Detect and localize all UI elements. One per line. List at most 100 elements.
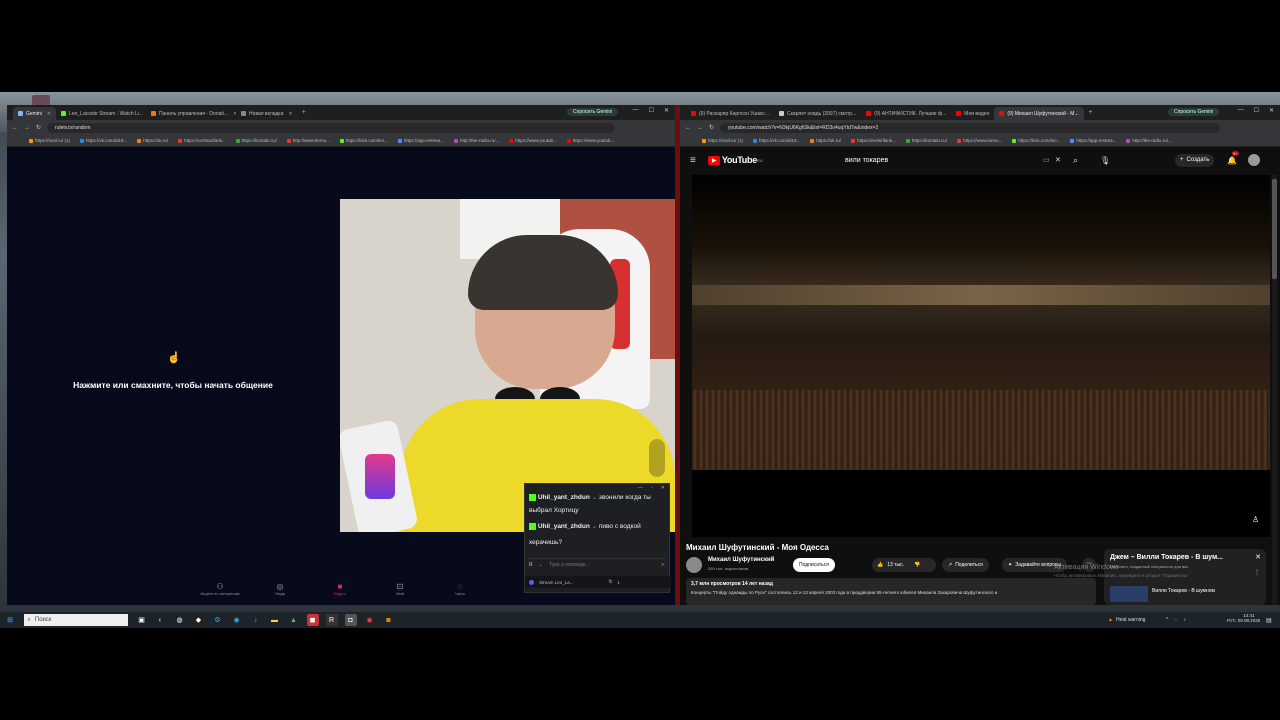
weather-widget[interactable]: ▲ Heat warning: [1108, 617, 1145, 623]
address-bar[interactable]: ruletv.tv/random: [47, 122, 615, 133]
minimize-icon[interactable]: —: [633, 107, 639, 114]
edge-icon[interactable]: ◐: [155, 614, 167, 626]
subscribe-button[interactable]: Подписаться: [793, 558, 835, 572]
chevron-down-icon[interactable]: ⌄: [539, 562, 543, 568]
tray-arrow-icon[interactable]: ^: [1166, 617, 1168, 623]
bookmark[interactable]: https://www.youtub...: [566, 138, 614, 143]
playlist-item-title[interactable]: Вилли Токарев - В шумном: [1152, 588, 1215, 594]
youtube-logo-text[interactable]: YouTube: [722, 155, 757, 165]
channel-avatar[interactable]: [686, 557, 702, 573]
avatar[interactable]: [1248, 154, 1260, 166]
close-icon[interactable]: ✕: [1255, 553, 1261, 561]
thumb-up-icon[interactable]: 👍: [877, 562, 883, 568]
scrollbar-thumb[interactable]: [1272, 179, 1277, 279]
right-tab-3[interactable]: (9) АНТИФИСТИК. Лучшие ф...: [861, 107, 951, 120]
address-bar[interactable]: youtube.com/watch?v=N3kjU6Kg63k&list=RD3…: [720, 122, 1220, 133]
task-view-icon[interactable]: ▣: [136, 614, 148, 626]
right-tab-5[interactable]: (9) Михаил Шуфутинский - М...✕: [994, 107, 1085, 120]
stream-label[interactable]: Stream Leo_La...: [539, 580, 574, 585]
nav-chats[interactable]: ◌ Чаты: [440, 582, 480, 596]
nav-interests[interactable]: ⚇ Ищите по интересам: [200, 582, 240, 596]
app-icon[interactable]: ⚙: [212, 614, 224, 626]
bookmark[interactable]: https://www.bemu...: [957, 138, 1002, 143]
bookmark[interactable]: https://kick.com/leo...: [339, 138, 388, 143]
volume-icon[interactable]: ♪: [1183, 617, 1186, 623]
right-tab-1[interactable]: (9) Раскаряр Карлсон Ушакс...: [686, 107, 774, 120]
more-vert-icon[interactable]: ⋮: [1254, 569, 1260, 576]
close-window-icon[interactable]: ✕: [664, 107, 669, 114]
left-tab-1[interactable]: Gemini ✕: [13, 107, 57, 120]
app-icon[interactable]: ♪: [250, 614, 262, 626]
bookmark[interactable]: https://mail.ru/ (1): [702, 138, 743, 143]
chat-input[interactable]: Type a message...: [549, 562, 655, 568]
clock[interactable]: 14:41 09.08.2025: [1237, 613, 1261, 623]
back-icon[interactable]: ←: [12, 125, 18, 131]
reload-icon[interactable]: ↻: [709, 124, 714, 131]
forward-icon[interactable]: →: [697, 125, 703, 131]
thumb-down-icon[interactable]: 👎: [914, 562, 920, 568]
channel-name[interactable]: Михаил Шуфутинский: [708, 557, 774, 563]
bookmark[interactable]: https://www.youtub...: [509, 138, 557, 143]
maximize-icon[interactable]: ☐: [1254, 107, 1259, 114]
left-tab-3[interactable]: Панель управления - Donati... ✕: [146, 107, 236, 120]
bookmark[interactable]: https://ok.ru/: [810, 138, 841, 143]
menu-icon[interactable]: ≡: [690, 155, 696, 166]
left-tab-4[interactable]: Новая вкладка ✕: [236, 107, 298, 120]
nav-mine[interactable]: ⊡ Мой: [380, 582, 420, 596]
bookmark[interactable]: https://app.restrea...: [1070, 138, 1116, 143]
taskbar-search[interactable]: ⌕ Поиск: [23, 614, 128, 626]
notifications-icon[interactable]: ▤: [1266, 617, 1272, 624]
create-button[interactable]: + Создать: [1175, 153, 1215, 167]
language-indicator[interactable]: РУС: [1227, 618, 1236, 623]
bookmark[interactable]: https://vorlotovfank...: [178, 138, 226, 143]
video-side-controls[interactable]: [649, 439, 665, 477]
send-icon[interactable]: ➤: [661, 562, 665, 568]
close-window-icon[interactable]: ✕: [1269, 107, 1274, 114]
description-box[interactable]: 3,7 млн просмотров 14 лет назад Концерты…: [686, 578, 1096, 605]
close-icon[interactable]: ✕: [289, 111, 293, 117]
windows-start-icon[interactable]: ⊞: [4, 614, 16, 626]
video-player[interactable]: ♙: [692, 175, 1270, 537]
chrome-icon[interactable]: ◉: [364, 614, 376, 626]
bookmark[interactable]: https://kick.com/leo...: [1012, 138, 1060, 143]
close-icon[interactable]: ✕: [47, 111, 51, 117]
bookmark[interactable]: http://the-radio.ru/...: [453, 138, 499, 143]
search-icon[interactable]: ⌕: [1073, 155, 1078, 166]
app-icon[interactable]: R: [325, 614, 338, 626]
chat-username[interactable]: Uhil_yant_zhdun: [538, 494, 590, 501]
browser-icon[interactable]: ◉: [231, 614, 243, 626]
nav-video[interactable]: ■ Видео: [320, 582, 360, 596]
right-tab-4[interactable]: Мои видео: [951, 107, 994, 120]
forward-icon[interactable]: →: [24, 125, 30, 131]
playlist-title[interactable]: Джем – Вилли Токарев - В шум...: [1110, 554, 1223, 561]
clear-search-icon[interactable]: ✕: [1055, 156, 1061, 164]
new-tab-plus-icon[interactable]: +: [298, 109, 310, 116]
share-button[interactable]: ↗ Поделиться: [942, 558, 989, 572]
playlist-thumbnail[interactable]: [1110, 586, 1148, 602]
minimize-icon[interactable]: —: [1238, 107, 1244, 114]
app-icon[interactable]: ▲: [288, 614, 300, 626]
app-icon[interactable]: ◆: [192, 614, 205, 626]
microphone-icon[interactable]: 🎙: [1100, 156, 1110, 165]
network-icon[interactable]: ◌: [1174, 617, 1177, 623]
steam-icon[interactable]: ◍: [174, 614, 186, 626]
bookmark[interactable]: http://the-radio.ru/...: [1126, 138, 1172, 143]
chat-username[interactable]: Uhil_yant_zhdun: [538, 523, 590, 530]
gemini-button[interactable]: Спросить Gemini: [1168, 108, 1220, 116]
left-tab-2[interactable]: Leo_Lacoste Stream - Watch Li...✕: [56, 107, 146, 120]
scrollbar[interactable]: [1272, 175, 1277, 605]
app-icon[interactable]: ◼: [306, 614, 319, 626]
bookmark[interactable]: https://kontakt.cu/: [905, 138, 947, 143]
bookmark[interactable]: https://mail.ru/ (1): [29, 138, 70, 143]
bell-icon[interactable]: 🔔: [1227, 156, 1237, 165]
bookmark[interactable]: http://www.bemu...: [286, 138, 330, 143]
folder-icon[interactable]: ▬: [269, 614, 281, 626]
search-input[interactable]: вили токарев: [845, 153, 1065, 167]
bookmark[interactable]: https://workirflank...: [851, 138, 896, 143]
bookmark[interactable]: https://ok.ru/: [137, 138, 168, 143]
keyboard-icon[interactable]: ▭: [1043, 156, 1050, 164]
bookmark[interactable]: https://vk.com/id19...: [753, 138, 800, 143]
app-icon[interactable]: ◙: [383, 614, 395, 626]
maximize-icon[interactable]: ☐: [649, 107, 654, 114]
youtube-logo-icon[interactable]: ▶: [707, 155, 720, 165]
